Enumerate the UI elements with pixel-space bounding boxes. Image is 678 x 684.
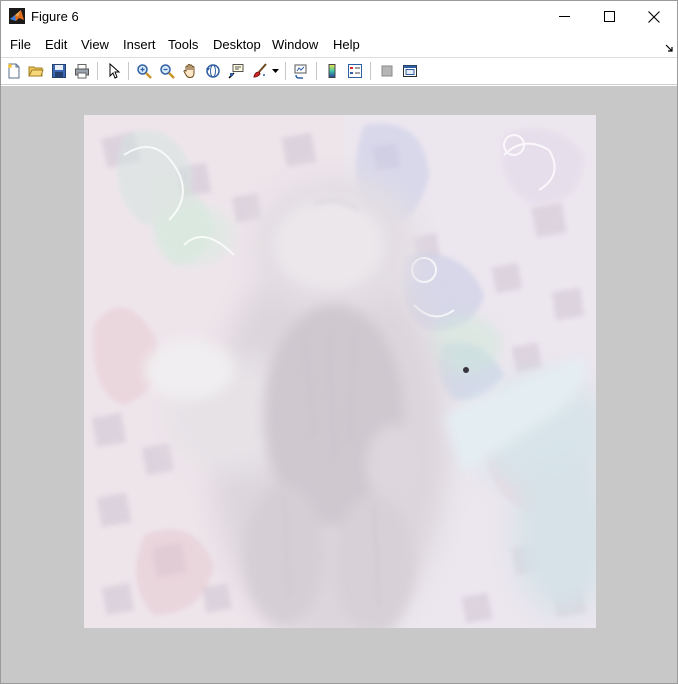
menu-edit[interactable]: Edit: [45, 37, 67, 52]
menu-window[interactable]: Window: [272, 37, 318, 52]
zoom-out-button[interactable]: [157, 61, 177, 81]
menu-help[interactable]: Help: [333, 37, 360, 52]
menu-insert[interactable]: Insert: [123, 37, 156, 52]
hide-tools-icon: [379, 63, 395, 79]
maximize-icon: [603, 11, 615, 22]
hide-plot-tools-button[interactable]: [377, 61, 397, 81]
minimize-icon: [558, 11, 570, 22]
show-tools-icon: [402, 63, 418, 79]
save-figure-button[interactable]: [49, 61, 69, 81]
rotate-3d-button[interactable]: [203, 61, 223, 81]
axes-image[interactable]: [84, 115, 596, 628]
close-button[interactable]: [631, 1, 677, 32]
open-file-button[interactable]: [26, 61, 46, 81]
brush-dropdown-button[interactable]: [269, 61, 281, 81]
colorbar-icon: [324, 63, 340, 79]
toolbar-separator: [285, 62, 286, 80]
brush-icon: [252, 63, 268, 79]
menu-bar: File Edit View Insert Tools Desktop Wind…: [1, 32, 677, 57]
figure-window: Figure 6 File Edit View Insert Tools Des…: [0, 0, 678, 684]
title-bar[interactable]: Figure 6: [1, 1, 677, 32]
open-folder-icon: [28, 63, 44, 79]
menu-tools[interactable]: Tools: [168, 37, 198, 52]
edit-plot-button[interactable]: [104, 61, 124, 81]
brush-button[interactable]: [250, 61, 270, 81]
save-icon: [51, 63, 67, 79]
rotate-icon: [205, 63, 221, 79]
hand-icon: [182, 63, 198, 79]
minimize-button[interactable]: [541, 1, 587, 32]
link-icon: [293, 63, 309, 79]
toolbar-separator: [370, 62, 371, 80]
link-plot-button[interactable]: [291, 61, 311, 81]
menu-view[interactable]: View: [81, 37, 109, 52]
toolbar-separator: [97, 62, 98, 80]
pointer-icon: [106, 63, 122, 79]
new-figure-button[interactable]: [4, 61, 24, 81]
toolbar-separator: [128, 62, 129, 80]
show-plot-tools-button[interactable]: [400, 61, 420, 81]
figure-toolbar: [1, 57, 677, 85]
new-file-icon: [6, 63, 22, 79]
print-icon: [74, 63, 90, 79]
insert-colorbar-button[interactable]: [322, 61, 342, 81]
insert-legend-button[interactable]: [345, 61, 365, 81]
menu-file[interactable]: File: [10, 37, 31, 52]
data-cursor-button[interactable]: [226, 61, 246, 81]
kitten-image: [84, 115, 596, 628]
print-figure-button[interactable]: [72, 61, 92, 81]
toolbar-separator: [316, 62, 317, 80]
matlab-icon: [9, 8, 25, 24]
close-icon: [648, 10, 660, 23]
pan-button[interactable]: [180, 61, 200, 81]
legend-icon: [347, 63, 363, 79]
zoom-in-button[interactable]: [134, 61, 154, 81]
window-title: Figure 6: [31, 9, 79, 24]
zoom-out-icon: [159, 63, 175, 79]
menu-desktop[interactable]: Desktop: [213, 37, 261, 52]
zoom-in-icon: [136, 63, 152, 79]
chevron-corner-icon[interactable]: [665, 40, 673, 52]
chevron-down-icon: [271, 68, 279, 74]
figure-canvas[interactable]: [1, 86, 677, 683]
maximize-button[interactable]: [586, 1, 632, 32]
data-cursor-icon: [228, 63, 244, 79]
